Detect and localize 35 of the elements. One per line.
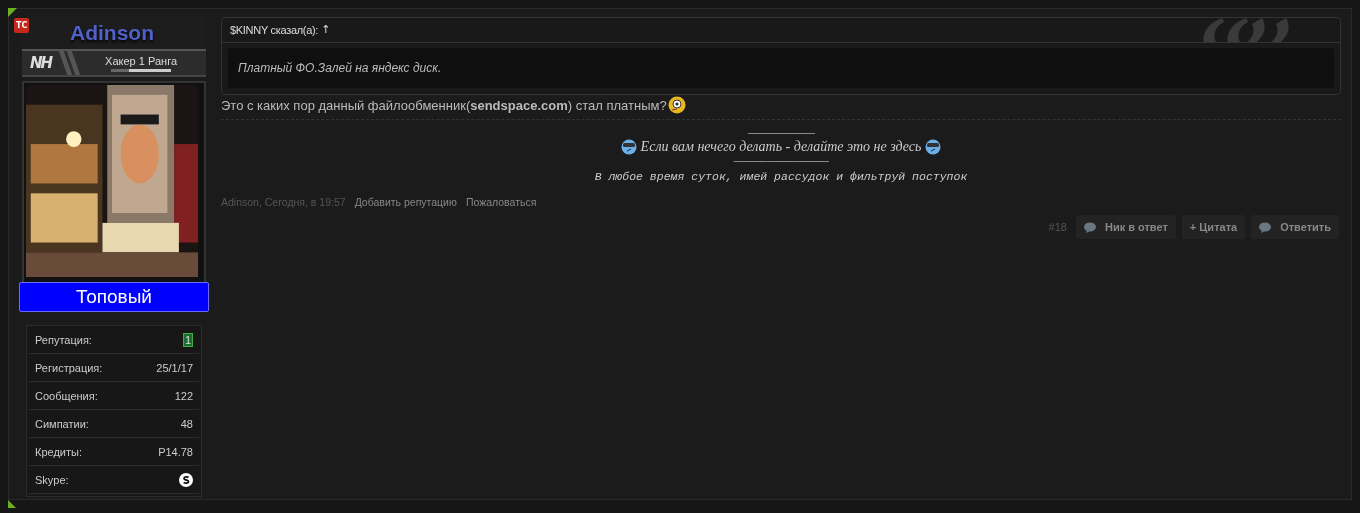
stat-label: Сообщения: [35,389,98,402]
post-button[interactable]: Ответить [1251,215,1339,239]
quote-text: Платный ФО.Залей на яндекс диск. [228,48,1334,88]
post-action-link[interactable]: Добавить репутацию [354,196,457,208]
topic-starter-badge: TC [14,18,30,33]
message-text: Это с каких пор данный файлообменник(sendspace.com) стал платным? [221,97,667,113]
stat-value: 1 [182,332,193,347]
stat-label: Регистрация: [35,361,103,374]
post-button[interactable]: + Цитата [1181,215,1246,239]
rank-logo: NH [30,54,52,72]
username[interactable]: Adinson [70,21,154,45]
smiley-icon [667,96,686,114]
sunglasses-smiley-icon [620,139,637,155]
signature-text: В любое время суток, имей рассудок и фильтруй поступок [594,170,968,183]
signature-rule: ------------------------------------------------------ [733,155,829,167]
stat-value: 25/1/17 [156,361,193,374]
sunglasses-smiley-icon [925,139,942,155]
speech-bubble-icon [1259,221,1272,233]
signature-rule: -------------------------------------- [747,127,815,139]
jump-link[interactable]: ↑ [321,23,331,36]
stat-value: 48 [180,417,193,430]
quote-author: $KINNY сказал(а): [230,24,319,36]
stat-value: 122 [174,389,193,402]
stat-label: Репутация: [35,333,92,346]
user-title: Топовый [19,282,209,312]
post-button[interactable]: Ник в ответ [1075,215,1176,239]
post-action-link[interactable]: Пожаловаться [465,196,537,208]
stat-value: Р14.78 [158,445,193,458]
signature-text: Если вам нечего делать - делайте это не здесь [640,139,922,155]
stat-label: Skype: [35,473,69,486]
corner-mark [8,500,16,508]
rank-text: Хакер 1 Ранга [105,54,178,67]
stat-label: Кредиты: [35,445,82,458]
stat-label: Симпатии: [35,417,89,430]
speech-bubble-icon [1083,221,1096,233]
